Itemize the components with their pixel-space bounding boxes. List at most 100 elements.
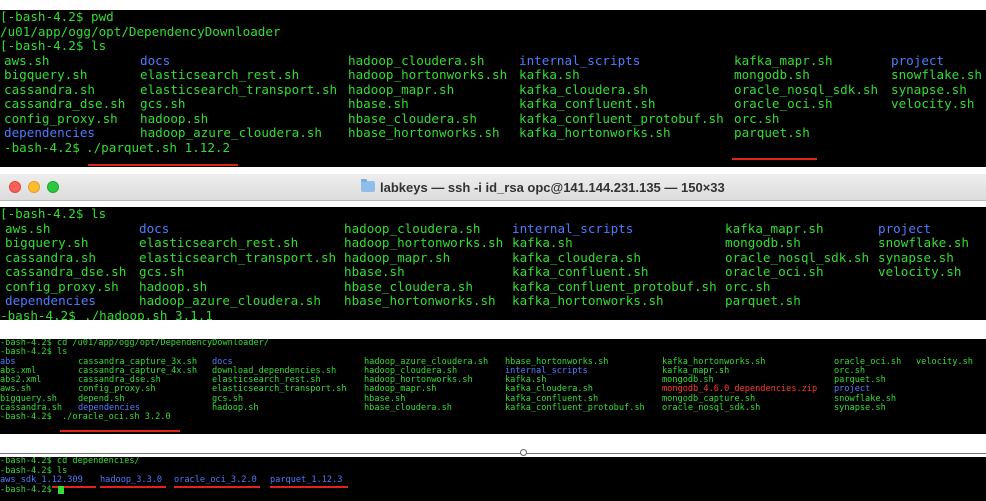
window-title: labkeys — ssh -i id_rsa opc@141.144.231.… xyxy=(380,180,725,195)
ls-entry: config_proxy.sh xyxy=(4,110,118,126)
command-line-pwd: [-bash-4.2$ pwd xyxy=(0,10,114,24)
ls-entry: synapse.sh xyxy=(834,403,886,414)
ls-row: config_proxy.sh hadoop.sh hbase_cloudera.s… xyxy=(0,278,986,295)
ls-row: dependencies hadoop_azure_cloudera.sh hbas… xyxy=(0,125,986,141)
ls-entry: elasticsearch_rest.sh xyxy=(140,67,300,82)
ls-entry: hbase.sh xyxy=(344,264,405,279)
ls-entry: synapse.sh xyxy=(878,249,954,265)
ls-entry: kafka_hortonworks.sh xyxy=(512,293,664,308)
typed-command: ./parquet.sh 1.12.2 xyxy=(86,139,231,155)
ls-entry: aws.sh xyxy=(4,52,50,68)
parquet-underline xyxy=(732,158,817,160)
ls-entry: oracle_oci.sh xyxy=(734,96,833,111)
ls-listing: aws.sh docs hadoop_cloudera.sh internal_scr… xyxy=(0,52,986,141)
ls-entry: hadoop_hortonworks.sh xyxy=(348,67,508,82)
command-line-ls: [-bash-4.2$ ls xyxy=(0,207,107,221)
ls-entry: kafka_confluent_protobuf.sh xyxy=(512,278,717,294)
ls-entry: docs xyxy=(139,220,170,236)
divider-handle[interactable] xyxy=(520,449,527,456)
ls-entry: internal_scripts xyxy=(519,52,641,68)
ls-entry: hbase.sh xyxy=(348,96,409,111)
ls-entry: kafka_hortonworks.sh xyxy=(519,125,671,140)
ls-entry: kafka_confluent_protobuf.sh xyxy=(519,110,724,126)
terminal-panel-dependencies[interactable]: -bash-4.2$ cd dependencies/ -bash-4.2$ l… xyxy=(0,457,986,501)
command-line-run: -bash-4.2$ ./oracle_oci.sh 3.2.0 xyxy=(0,412,986,423)
command-line-cd: -bash-4.2$ cd /u01/app/ogg/opt/Dependenc… xyxy=(0,339,270,348)
prompt: -bash-4.2$ xyxy=(0,484,52,495)
ls-row: cassandra.sh elasticsearch_transport.sh ha… xyxy=(0,81,986,98)
pane-divider[interactable] xyxy=(0,453,986,454)
ls-entry: synapse.sh xyxy=(891,81,967,97)
ls-entry: internal_scripts xyxy=(512,220,634,236)
command-line-run: -bash-4.2$ ./parquet.sh 1.12.2 xyxy=(0,139,986,156)
ls-entry: hadoop_hortonworks.sh xyxy=(344,235,504,250)
ls-entry: hbase_cloudera.sh xyxy=(348,110,477,126)
close-window-button[interactable] xyxy=(9,181,21,193)
ls-entry: orc.sh xyxy=(734,110,780,126)
ls-entry: kafka_cloudera.sh xyxy=(512,249,641,265)
ls-row: bigquery.sh elasticsearch_rest.sh hadoop_h… xyxy=(0,67,986,83)
command-underline xyxy=(88,164,238,166)
ls-entry: oracle_nosql_sdk.sh xyxy=(725,249,870,265)
ls-entry: kafka_mapr.sh xyxy=(734,52,833,68)
ls-entry: kafka_cloudera.sh xyxy=(519,81,648,97)
ls-entry: hbase_hortonworks.sh xyxy=(344,293,496,308)
folder-icon xyxy=(361,179,375,192)
ls-entry: velocity.sh xyxy=(878,264,962,279)
ls-row: aws.sh docs hadoop_cloudera.sh internal_scr… xyxy=(0,220,986,237)
ls-entry: hadoop.sh xyxy=(140,110,209,126)
ls-entry: orc.sh xyxy=(725,278,771,294)
typed-command: ./oracle_oci.sh 3.2.0 xyxy=(62,412,171,423)
ls-entry: snowflake.sh xyxy=(878,235,969,250)
ls-entry: kafka_mapr.sh xyxy=(725,220,824,236)
ls-row: cassandra_dse.sh gcs.sh hbase.sh kafka_conf… xyxy=(0,96,986,112)
cursor xyxy=(58,485,64,497)
ls-entry: velocity.sh xyxy=(891,96,975,111)
ls-entry: parquet.sh xyxy=(725,293,801,308)
ls-entry: kafka_confluent.sh xyxy=(519,96,656,111)
ls-entry: bigquery.sh xyxy=(5,235,89,250)
ls-entry: cassandra.sh xyxy=(4,81,95,97)
ls-entry: dependencies xyxy=(5,293,96,308)
command-line-ls: [-bash-4.2$ ls xyxy=(0,38,107,53)
command-line-cd: -bash-4.2$ cd dependencies/ xyxy=(0,457,140,466)
pwd-output: /u01/app/ogg/opt/DependencyDownloader xyxy=(0,23,281,39)
ls-entry: snowflake.sh xyxy=(891,67,982,82)
ls-entry: kafka.sh xyxy=(512,235,573,250)
prompt: -bash-4.2$ xyxy=(0,412,52,423)
ls-entry: docs xyxy=(140,52,171,68)
dir-item: parquet_1.12.3 xyxy=(270,475,343,486)
ls-entry: project xyxy=(891,52,945,68)
window-title-bar[interactable]: labkeys — ssh -i id_rsa opc@141.144.231.… xyxy=(0,174,986,201)
command-line-prompt[interactable]: -bash-4.2$ xyxy=(0,484,986,497)
ls-row: cassandra.sh elasticsearch_transport.sh ha… xyxy=(0,249,986,266)
ls-entry: mongodb.sh xyxy=(725,235,801,250)
typed-command: ./hadoop.sh 3.1.1 xyxy=(84,307,213,320)
ls-listing: abs cassandra_capture_3x.sh docs hadoop_azu… xyxy=(0,357,986,414)
ls-entry: elasticsearch_transport.sh xyxy=(140,81,338,97)
ls-entry: hadoop.sh xyxy=(212,403,259,414)
ls-entry: config_proxy.sh xyxy=(5,278,119,294)
ls-entry: kafka_confluent_protobuf.sh xyxy=(505,403,645,414)
ls-entry: mongodb.sh xyxy=(734,67,810,82)
ls-row: dependencies hadoop_azure_cloudera.sh hbas… xyxy=(0,293,986,309)
terminal-panel-hadoop[interactable]: [-bash-4.2$ ls aws.sh docs hadoop_cloudera… xyxy=(0,207,986,320)
ls-entry: bigquery.sh xyxy=(4,67,88,82)
minimize-window-button[interactable] xyxy=(28,181,40,193)
ls-entry: oracle_oci.sh xyxy=(725,264,824,279)
prompt: -bash-4.2$ xyxy=(4,139,80,155)
ls-entry: hadoop_azure_cloudera.sh xyxy=(139,293,321,308)
ls-listing: aws.sh docs hadoop_cloudera.sh internal_scr… xyxy=(0,220,986,309)
terminal-panel-oracle-oci[interactable]: -bash-4.2$ cd /u01/app/ogg/opt/Dependenc… xyxy=(0,339,986,434)
maximize-window-button[interactable] xyxy=(47,181,59,193)
ls-row: config_proxy.sh hadoop.sh hbase_cloudera.s… xyxy=(0,110,986,127)
ls-entry: oracle_nosql_sdk.sh xyxy=(662,403,761,414)
terminal-panel-parquet[interactable]: [-bash-4.2$ pwd /u01/app/ogg/opt/Depende… xyxy=(0,10,986,167)
ls-row: aws.sh docs hadoop_cloudera.sh internal_scr… xyxy=(0,52,986,69)
ls-entry: gcs.sh xyxy=(139,264,185,279)
ls-entry: hadoop.sh xyxy=(139,278,208,294)
ls-entry: elasticsearch_rest.sh xyxy=(139,235,299,250)
ls-entry: oracle_nosql_sdk.sh xyxy=(734,81,879,97)
ls-entry: dependencies xyxy=(4,125,95,140)
ls-entry: gcs.sh xyxy=(140,96,186,111)
